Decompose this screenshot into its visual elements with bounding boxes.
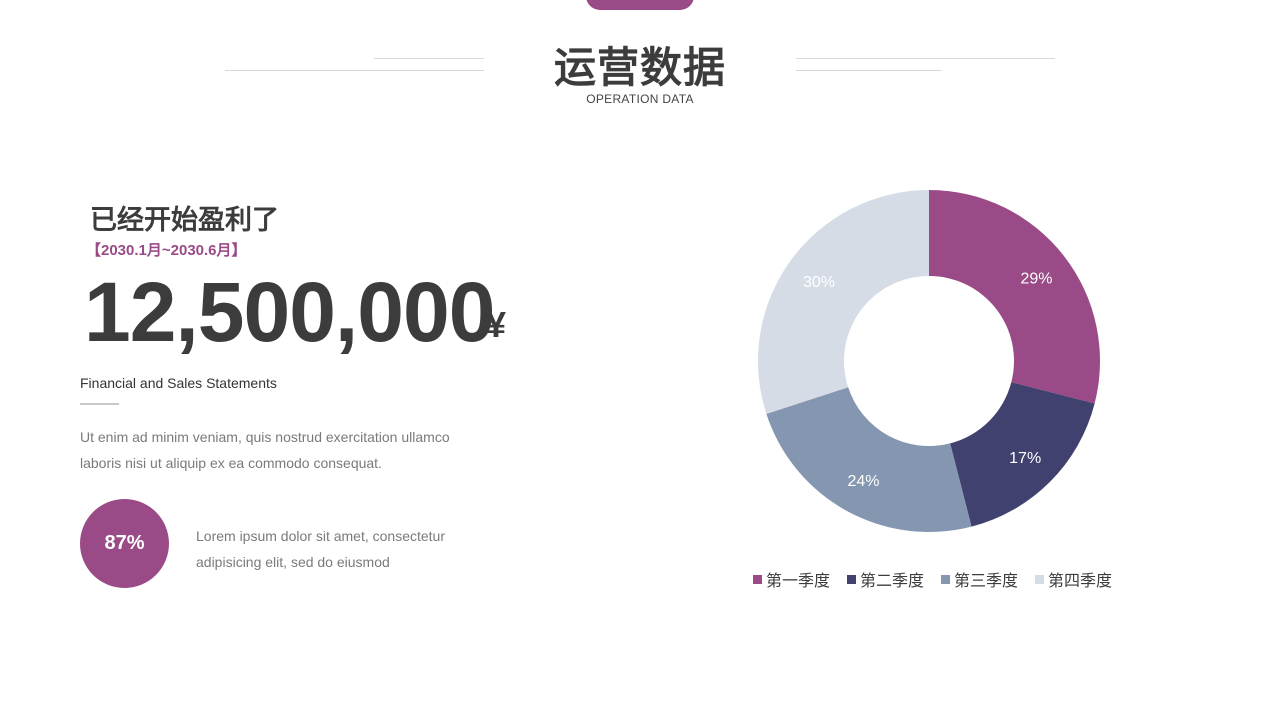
- donut-slice-label-4: 30%: [803, 274, 835, 291]
- legend-item-4: 第四季度: [1035, 567, 1112, 591]
- page-subtitle: OPERATION DATA: [586, 92, 694, 106]
- page-title: 运营数据: [553, 44, 726, 91]
- chart-legend: 第一季度 第二季度 第三季度 第四季度: [753, 567, 1112, 591]
- donut-slice-label-2: 17%: [1009, 450, 1041, 467]
- legend-swatch-4: [1035, 574, 1045, 584]
- description-line-1: Ut enim ad minim veniam, quis nostrud ex…: [80, 429, 450, 445]
- legend-label-2: 第二季度: [860, 573, 925, 590]
- donut-slice-1: [929, 190, 1100, 404]
- description-line-2: laboris nisi ut aliquip ex ea commodo co…: [80, 455, 382, 471]
- percent-badge: 87%: [80, 499, 169, 588]
- divider: [80, 403, 119, 405]
- donut-chart: 29% 17% 24% 30%: [758, 190, 1100, 532]
- legend-item-3: 第三季度: [941, 567, 1018, 591]
- top-tab-decoration: [586, 0, 694, 10]
- date-range: 【2030.1月~2030.6月】: [86, 242, 247, 259]
- legend-item-1: 第一季度: [753, 567, 830, 591]
- legend-label-3: 第三季度: [954, 573, 1019, 590]
- legend-swatch-1: [753, 574, 762, 584]
- revenue-amount: 12,500,000: [84, 265, 495, 359]
- description-text: Ut enim ad minim veniam, quis nostrud ex…: [80, 424, 480, 476]
- badge-description-line-2: adipisicing elit, sed do eiusmod: [196, 554, 390, 570]
- legend-label-4: 第四季度: [1048, 573, 1113, 590]
- statement-label: Financial and Sales Statements: [80, 375, 277, 391]
- donut-slice-4: [758, 190, 929, 414]
- badge-description: Lorem ipsum dolor sit amet, consectetur …: [196, 523, 496, 575]
- legend-label-1: 第一季度: [766, 573, 831, 590]
- currency-symbol: ¥: [486, 304, 507, 345]
- donut-slice-label-3: 24%: [847, 473, 879, 490]
- profit-headline: 已经开始盈利了: [90, 205, 279, 235]
- donut-slice-3: [766, 387, 972, 532]
- legend-item-2: 第二季度: [847, 567, 924, 591]
- legend-swatch-2: [847, 574, 857, 584]
- badge-description-line-1: Lorem ipsum dolor sit amet, consectetur: [196, 528, 445, 544]
- donut-slice-label-1: 29%: [1020, 271, 1052, 288]
- legend-swatch-3: [941, 574, 951, 584]
